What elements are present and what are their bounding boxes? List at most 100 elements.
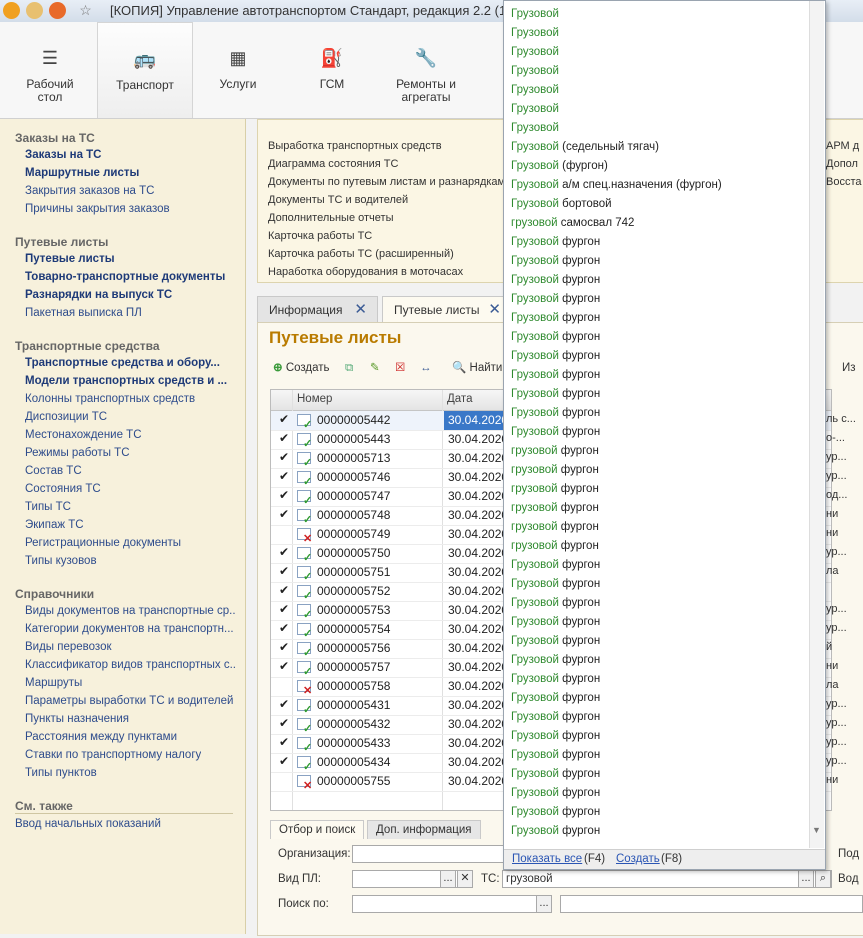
dropdown-item[interactable]: Грузовой (фургон) — [511, 160, 608, 172]
column-date[interactable]: Дата — [447, 393, 472, 405]
dropdown-item[interactable]: грузовой фургон — [511, 483, 599, 495]
dropdown-item[interactable]: Грузовой фургон — [511, 388, 600, 400]
dropdown-item[interactable]: Грузовой фургон — [511, 616, 600, 628]
section-2[interactable]: 🚌 Транспорт — [97, 22, 193, 118]
dropdown-item[interactable]: Грузовой фургон — [511, 369, 600, 381]
show-all-link[interactable]: Показать все — [512, 853, 582, 865]
dropdown-item[interactable]: Грузовой — [511, 103, 559, 115]
report-link[interactable]: Документы ТС и водителей — [268, 194, 408, 206]
report-link[interactable]: Восста — [826, 176, 862, 188]
report-link[interactable]: АРМ д — [826, 140, 859, 152]
tab-filter-search[interactable]: Отбор и поиск — [270, 820, 365, 839]
nav-link[interactable]: Транспортные средства и обору... — [25, 357, 220, 369]
nav-link[interactable]: Путевые листы — [25, 253, 115, 265]
dropdown-item[interactable]: Грузовой фургон — [511, 312, 600, 324]
nav-link[interactable]: Экипаж ТС — [25, 519, 84, 531]
report-link[interactable]: Дополнительные отчеты — [268, 212, 393, 224]
dropdown-item[interactable]: Грузовой фургон — [511, 597, 600, 609]
nav-link[interactable]: Маршрутные листы — [25, 167, 139, 179]
dropdown-item[interactable]: грузовой фургон — [511, 445, 599, 457]
dropdown-item[interactable]: Грузовой — [511, 65, 559, 77]
vehicle-field[interactable]: грузовой — [502, 870, 832, 888]
report-link[interactable]: Карточка работы ТС (расширенный) — [268, 248, 454, 260]
dropdown-item[interactable]: Грузовой — [511, 8, 559, 20]
dropdown-item[interactable]: Грузовой фургон — [511, 635, 600, 647]
refresh-icon[interactable]: ↔ — [420, 359, 432, 377]
dropdown-item[interactable]: Грузовой — [511, 122, 559, 134]
select-button[interactable]: ... — [536, 895, 552, 913]
nav-link[interactable]: Состояния ТС — [25, 483, 101, 495]
dropdown-item[interactable]: грузовой фургон — [511, 540, 599, 552]
tab-extra-info[interactable]: Доп. информация — [367, 820, 481, 839]
dropdown-item[interactable]: Грузовой фургон — [511, 673, 600, 685]
dropdown-item[interactable]: Грузовой фургон — [511, 274, 600, 286]
nav-link[interactable]: Разнарядки на выпуск ТС — [25, 289, 172, 301]
nav-link[interactable]: Классификатор видов транспортных с... — [25, 659, 235, 671]
dropdown-item[interactable]: Грузовой фургон — [511, 806, 600, 818]
tab-waybills[interactable]: Путевые листы ✕ — [382, 296, 512, 323]
nav-link[interactable]: Типы пунктов — [25, 767, 97, 779]
tab-information[interactable]: Информация ✕ — [257, 296, 378, 322]
dropdown-item[interactable]: Грузовой — [511, 84, 559, 96]
nav-link[interactable]: Виды перевозок — [25, 641, 112, 653]
dropdown-item[interactable]: Грузовой — [511, 27, 559, 39]
search-icon[interactable]: ⌕ — [815, 870, 831, 888]
nav-link[interactable]: Колонны транспортных средств — [25, 393, 195, 405]
report-link[interactable]: Наработка оборудования в моточасах — [268, 266, 463, 278]
nav-link[interactable]: Ввод начальных показаний — [15, 818, 161, 830]
column-number[interactable]: Номер — [297, 393, 332, 405]
report-link[interactable]: Допол — [826, 158, 858, 170]
section-5[interactable]: 🔧 Ремонты и агрегаты — [378, 22, 474, 118]
edit-more-button[interactable]: Из — [842, 359, 856, 377]
nav-link[interactable]: Регистрационные документы — [25, 537, 181, 549]
section-4[interactable]: ⛽ ГСМ — [284, 22, 380, 118]
nav-link[interactable]: Маршруты — [25, 677, 82, 689]
nav-link[interactable]: Причины закрытия заказов — [25, 203, 170, 215]
dropdown-item[interactable]: Грузовой фургон — [511, 749, 600, 761]
dropdown-item[interactable]: Грузовой фургон — [511, 654, 600, 666]
dropdown-item[interactable]: Грузовой фургон — [511, 426, 600, 438]
nav-link[interactable]: Заказы на ТС — [25, 149, 102, 161]
dropdown-item[interactable]: Грузовой фургон — [511, 730, 600, 742]
nav-link[interactable]: Закрытия заказов на ТС — [25, 185, 154, 197]
select-button[interactable]: ... — [798, 870, 814, 888]
vehicle-dropdown-list[interactable]: Грузовой Грузовой Грузовой Грузовой Грузовой… — [503, 0, 826, 870]
dropdown-item[interactable]: Грузовой фургон — [511, 407, 600, 419]
nav-link[interactable]: Расстояния между пунктами — [25, 731, 177, 743]
dropdown-item[interactable]: Грузовой фургон — [511, 578, 600, 590]
nav-link[interactable]: Диспозиции ТС — [25, 411, 107, 423]
dropdown-item[interactable]: Грузовой (седельный тягач) — [511, 141, 659, 153]
report-link[interactable]: Документы по путевым листам и разнарядка… — [268, 176, 505, 188]
nav-link[interactable]: Пакетная выписка ПЛ — [25, 307, 142, 319]
dropdown-item[interactable]: Грузовой фургон — [511, 787, 600, 799]
close-icon[interactable]: ✕ — [488, 300, 501, 318]
dropdown-item[interactable]: грузовой фургон — [511, 521, 599, 533]
nav-link[interactable]: Модели транспортных средств и ... — [25, 375, 227, 387]
dropdown-item[interactable]: Грузовой — [511, 46, 559, 58]
create-button[interactable]: ⊕ Создать — [273, 359, 330, 377]
delete-icon[interactable]: ☒ — [395, 359, 405, 377]
nav-link[interactable]: Товарно-транспортные документы — [25, 271, 225, 283]
dropdown-item[interactable]: Грузовой фургон — [511, 255, 600, 267]
scrollbar[interactable]: ▼ — [809, 1, 824, 848]
dropdown-item[interactable]: Грузовой фургон — [511, 768, 600, 780]
organization-field[interactable] — [352, 845, 504, 863]
clear-icon[interactable]: ✕ — [457, 870, 473, 888]
section-1[interactable]: ☰ Рабочий стол — [2, 22, 98, 118]
nav-link[interactable]: Режимы работы ТС — [25, 447, 130, 459]
nav-link[interactable]: Категории документов на транспортн... — [25, 623, 234, 635]
dropdown-item[interactable]: Грузовой фургон — [511, 711, 600, 723]
nav-link[interactable]: Параметры выработки ТС и водителей — [25, 695, 233, 707]
app-logo-icon[interactable] — [3, 2, 20, 19]
dropdown-item[interactable]: Грузовой фургон — [511, 692, 600, 704]
dropdown-item[interactable]: грузовой фургон — [511, 502, 599, 514]
dropdown-item[interactable]: Грузовой бортовой — [511, 198, 612, 210]
report-link[interactable]: Выработка транспортных средств — [268, 140, 442, 152]
dropdown-item[interactable]: грузовой фургон — [511, 464, 599, 476]
nav-link[interactable]: Пункты назначения — [25, 713, 129, 725]
star-icon[interactable]: ☆ — [77, 2, 94, 19]
section-3[interactable]: ▦ Услуги — [190, 22, 286, 118]
dropdown-item[interactable]: грузовой самосвал 742 — [511, 217, 634, 229]
nav-link[interactable]: Местонахождение ТС — [25, 429, 142, 441]
scroll-down-icon[interactable]: ▼ — [812, 825, 821, 835]
